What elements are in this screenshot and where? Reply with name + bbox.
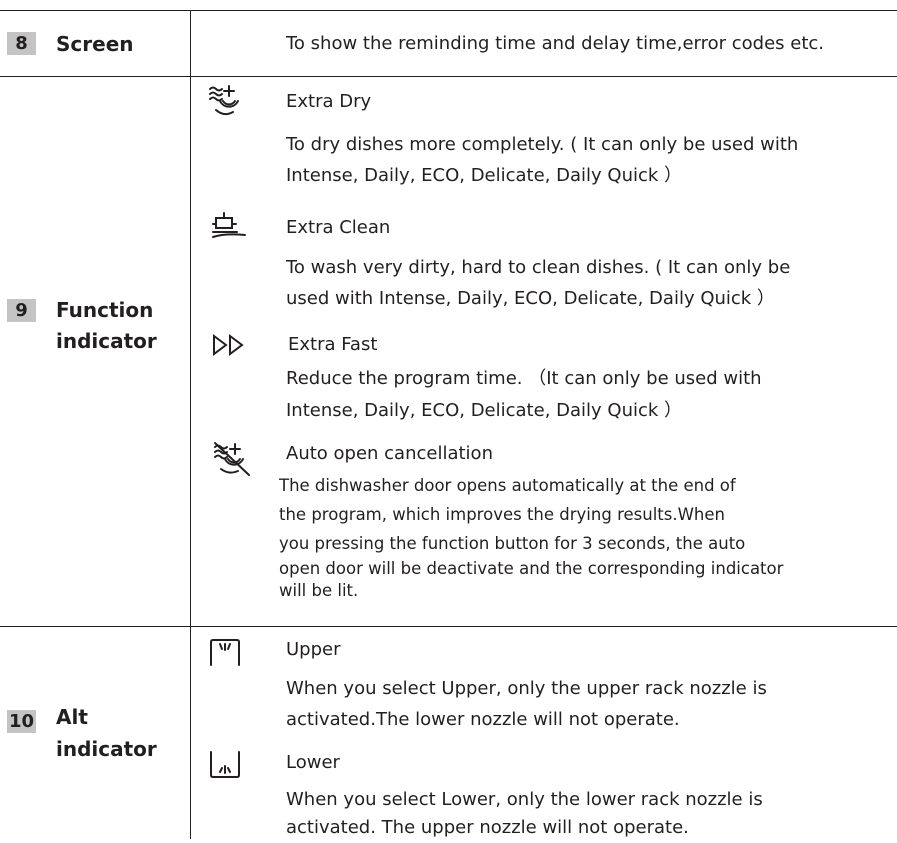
auto-open-cancellation-icon [211,441,253,477]
row-divider [0,76,897,77]
feature-desc-line: Intense, Daily, ECO, Delicate, Daily Qui… [286,400,683,421]
feature-desc-line: Reduce the program time. （It can only be… [286,368,762,389]
upper-rack-icon [208,637,242,667]
row-label-line1: Function [56,298,154,322]
feature-desc-line: used with Intense, Daily, ECO, Delicate,… [286,288,775,309]
feature-title: Lower [286,752,340,773]
feature-desc-line: activated. The upper nozzle will not ope… [286,817,689,838]
feature-title: Extra Clean [286,217,391,238]
feature-desc-line: you pressing the function button for 3 s… [279,534,746,553]
extra-fast-icon [212,334,248,356]
feature-desc-line: To wash very dirty, hard to clean dishes… [286,257,791,278]
extra-clean-icon [211,211,247,241]
row-number: 9 [7,299,36,322]
feature-title: Auto open cancellation [286,443,493,464]
feature-title: Extra Fast [288,334,378,355]
row-label-line2: indicator [56,737,157,761]
table-top-border [0,10,897,11]
extra-dry-icon [208,84,244,118]
feature-desc-line: activated.The lower nozzle will not oper… [286,709,680,730]
row-label-line2: indicator [56,329,157,353]
row-divider [0,626,897,627]
feature-desc-line: To dry dishes more completely. ( It can … [286,134,799,155]
feature-desc-line: Intense, Daily, ECO, Delicate, Daily Qui… [286,165,683,186]
feature-desc-line: When you select Upper, only the upper ra… [286,678,767,699]
row-label: Screen [56,32,134,56]
row-label-line1: Alt [56,705,88,729]
feature-title: Upper [286,639,341,660]
row-number: 10 [7,710,36,733]
column-divider [190,10,191,839]
feature-desc-line: the program, which improves the drying r… [279,505,725,524]
lower-rack-icon [208,750,242,780]
row-number: 8 [7,32,36,55]
feature-desc-line: will be lit. [279,581,359,600]
feature-desc-line: open door will be deactivate and the cor… [279,559,784,578]
feature-desc-line: The dishwasher door opens automatically … [279,476,736,495]
row-description: To show the reminding time and delay tim… [286,33,825,54]
feature-title: Extra Dry [286,91,372,112]
feature-desc-line: When you select Lower, only the lower ra… [286,789,763,810]
